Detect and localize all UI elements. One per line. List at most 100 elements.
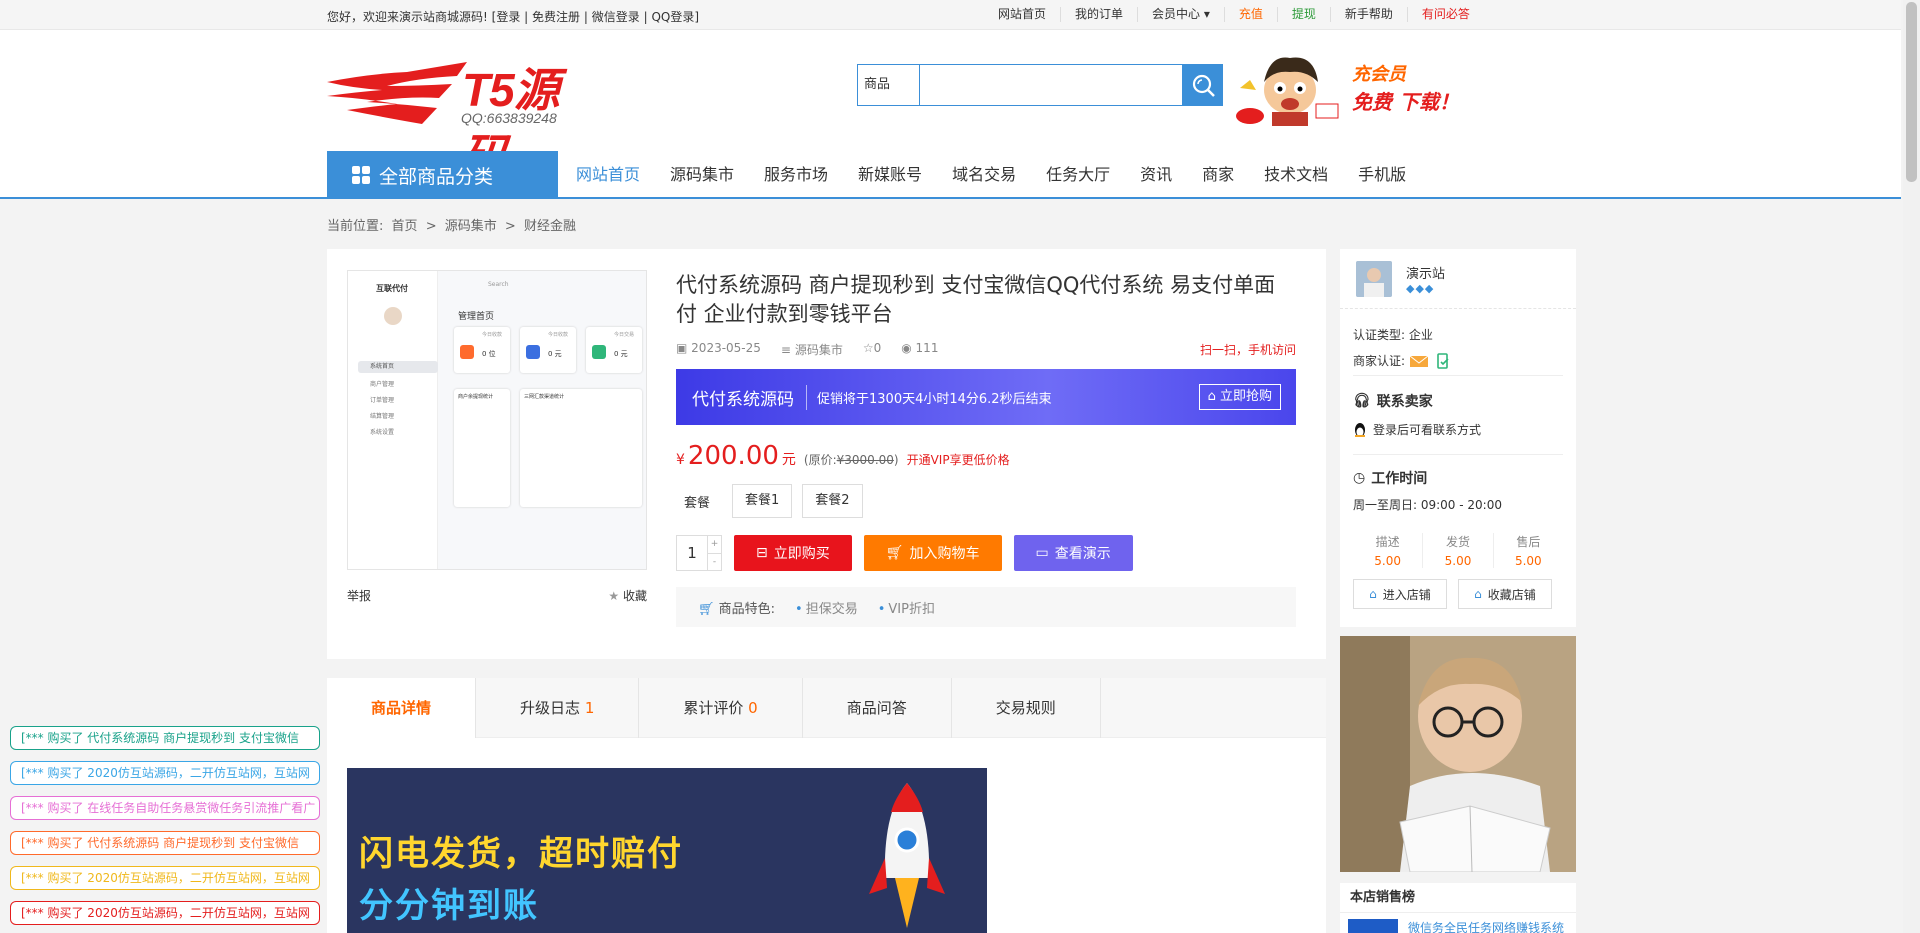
nav-item-home[interactable]: 网站首页: [558, 151, 655, 199]
breadcrumb-home[interactable]: 首页: [392, 219, 418, 234]
hours-text: 周一至周日: 09:00 - 20:00: [1353, 498, 1502, 512]
flash-buy-button[interactable]: ⌂ 立即抢购: [1198, 384, 1281, 410]
nav-item-tech-docs[interactable]: 技术文档: [1249, 151, 1343, 199]
divider: [1353, 454, 1563, 455]
header: T5源码 QQ:663839248 商品 充会员 免费 下载！: [0, 30, 1901, 199]
detail-banner: 闪电发货，超时赔付 分分钟到账: [347, 768, 987, 933]
wechat-login-link[interactable]: 微信登录: [592, 10, 640, 24]
top-link-orders[interactable]: 我的订单: [1061, 7, 1139, 22]
search-button[interactable]: [1183, 64, 1223, 106]
bestseller-item[interactable]: 微信务全民任务网络赚钱系统: [1348, 919, 1564, 933]
tab-rules[interactable]: 交易规则: [952, 678, 1101, 738]
nav-item-mobile[interactable]: 手机版: [1343, 151, 1421, 199]
product-panel: 互联代付 系统首页 商户管理 订单管理 结算管理 系统设置 Search 管理首…: [327, 249, 1326, 659]
tab-details[interactable]: 商品详情: [327, 678, 477, 738]
all-categories-button[interactable]: 全部商品分类: [327, 151, 558, 199]
login-link[interactable]: [登录: [492, 10, 521, 24]
qr-scan-link[interactable]: 扫一扫，手机访问: [1200, 341, 1296, 358]
detail-content: 闪电发货，超时赔付 分分钟到账: [327, 738, 1326, 933]
orig-label: (原价:: [803, 453, 837, 467]
mock-app-name: 互联代付: [376, 284, 408, 293]
package-option-2[interactable]: 套餐2: [802, 484, 863, 518]
purchase-ticker-6[interactable]: [*** 购买了 2020仿互站源码，二开仿互站网，互站网: [10, 901, 320, 925]
collect-link[interactable]: ★ 收藏: [608, 587, 647, 604]
breadcrumb: 当前位置: 首页 > 源码集市 > 财经金融: [327, 215, 580, 234]
quantity-input[interactable]: 1: [677, 536, 707, 570]
price-value: 200.00: [687, 441, 779, 471]
tab-count: 1: [584, 699, 595, 717]
product-favorites: ☆0: [863, 341, 881, 358]
search-category-select[interactable]: 商品: [857, 64, 919, 106]
nav-item-news[interactable]: 资讯: [1125, 151, 1187, 199]
mock-search: Search: [488, 281, 509, 288]
price-unit: 元: [781, 452, 796, 468]
score-shipping: 发货 5.00: [1423, 533, 1494, 568]
merchant-cert-label: 商家认证:: [1353, 354, 1406, 368]
bestseller-title: 本店销售榜: [1340, 883, 1576, 913]
nav-item-merchants[interactable]: 商家: [1187, 151, 1249, 199]
enter-shop-button[interactable]: ⌂ 进入店铺: [1353, 579, 1447, 609]
cart-icon: 🛒︎: [885, 545, 904, 561]
merchant-cert-row: 商家认证:: [1353, 352, 1451, 369]
shop-ad-image[interactable]: [1340, 636, 1576, 872]
site-logo[interactable]: T5源码 QQ:663839248: [327, 52, 587, 182]
welcome-text: 您好，欢迎来演示站商城源码! [登录 | 免费注册 | 微信登录 | QQ登录]: [327, 8, 699, 25]
hours-title-row: ◷ 工作时间: [1353, 468, 1427, 488]
scrollbar-thumb[interactable]: [1906, 2, 1917, 182]
breadcrumb-source-market[interactable]: 源码集市: [445, 219, 497, 234]
fav-shop-label: 收藏店铺: [1487, 587, 1536, 602]
top-link-home[interactable]: 网站首页: [984, 7, 1062, 22]
tab-count: 0: [748, 699, 758, 717]
bag-icon: ⊟: [756, 545, 768, 561]
nav-item-service-market[interactable]: 服务市场: [749, 151, 843, 199]
top-link-withdraw[interactable]: 提现: [1278, 7, 1331, 22]
shop-avatar[interactable]: [1356, 261, 1392, 297]
purchase-ticker-3[interactable]: [*** 购买了 在线任务自助任务悬赏微任务引流推广看广: [10, 796, 320, 820]
phone-verified-icon: [1437, 352, 1449, 369]
shop-name[interactable]: 演示站: [1406, 263, 1445, 282]
register-link[interactable]: 免费注册: [532, 10, 580, 24]
package-option-1[interactable]: 套餐1: [732, 484, 793, 518]
report-link[interactable]: 举报: [347, 587, 371, 604]
product-date: ▣ 2023-05-25: [676, 341, 761, 358]
orig-close: ): [893, 453, 899, 467]
add-to-cart-button[interactable]: 🛒︎ 加入购物车: [863, 535, 1002, 571]
feature-label-text: 商品特色:: [718, 601, 776, 617]
top-link-qa[interactable]: 有问必答: [1408, 7, 1484, 22]
search-input[interactable]: [919, 64, 1183, 106]
purchase-ticker-4[interactable]: [*** 购买了 代付系统源码 商户提现秒到 支付宝微信: [10, 831, 320, 855]
score-description: 描述 5.00: [1353, 533, 1424, 568]
tab-changelog[interactable]: 升级日志 1: [476, 678, 640, 738]
page-scrollbar[interactable]: [1903, 0, 1920, 933]
top-link-help[interactable]: 新手帮助: [1331, 7, 1408, 22]
cert-type-label: 认证类型:: [1353, 328, 1406, 342]
nav-item-media-accounts[interactable]: 新媒账号: [843, 151, 937, 199]
top-link-recharge[interactable]: 充值: [1225, 7, 1278, 22]
tab-qa[interactable]: 商品问答: [803, 678, 952, 738]
purchase-ticker-5[interactable]: [*** 购买了 2020仿互站源码，二开仿互站网，互站网: [10, 866, 320, 890]
vip-link[interactable]: 开通VIP享更低价格: [907, 451, 1010, 468]
views-value: 111: [915, 341, 939, 355]
breadcrumb-finance[interactable]: 财经金融: [524, 219, 576, 234]
top-link-member[interactable]: 会员中心 ▾: [1138, 7, 1225, 22]
purchase-ticker-2[interactable]: [*** 购买了 2020仿互站源码，二开仿互站网，互站网: [10, 761, 320, 785]
qq-login-link[interactable]: QQ登录]: [651, 10, 699, 24]
buy-now-button[interactable]: ⊟ 立即购买: [734, 535, 852, 571]
search-icon: [1192, 74, 1215, 97]
favorite-shop-button[interactable]: ⌂ 收藏店铺: [1458, 579, 1552, 609]
product-image[interactable]: 互联代付 系统首页 商户管理 订单管理 结算管理 系统设置 Search 管理首…: [347, 270, 647, 570]
quantity-decrease[interactable]: -: [708, 554, 721, 571]
score-value: 5.00: [1374, 554, 1402, 568]
nav-item-domain-trade[interactable]: 域名交易: [937, 151, 1031, 199]
tab-reviews[interactable]: 累计评价 0: [639, 678, 803, 738]
view-demo-button[interactable]: ▭ 查看演示: [1013, 535, 1133, 571]
eye-icon: ◉: [901, 341, 912, 355]
purchase-ticker-1[interactable]: [*** 购买了 代付系统源码 商户提现秒到 支付宝微信: [10, 726, 320, 750]
flame-logo-icon: [327, 62, 467, 124]
logo-qq: QQ:663839248: [461, 110, 557, 126]
nav-item-source-market[interactable]: 源码集市: [655, 151, 749, 199]
nav-item-task-hall[interactable]: 任务大厅: [1031, 151, 1125, 199]
product-views: ◉ 111: [901, 341, 938, 358]
quantity-increase[interactable]: +: [708, 536, 721, 554]
vip-promo-banner[interactable]: 充会员 免费 下载！: [1230, 48, 1475, 128]
